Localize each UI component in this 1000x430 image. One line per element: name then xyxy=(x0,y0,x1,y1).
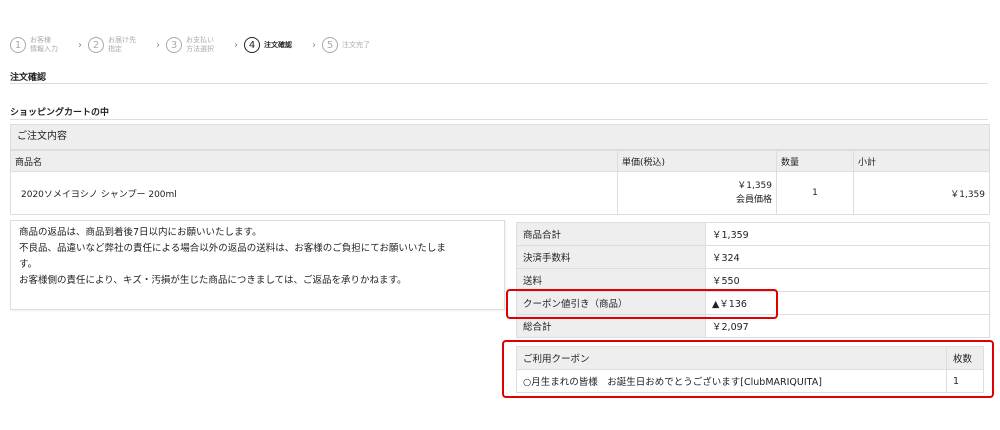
chevron-right-icon: › xyxy=(78,39,82,51)
highlight-box xyxy=(502,340,994,398)
order-header: ご注文内容 xyxy=(10,124,990,150)
order-summary: 商品合計 ￥1,359 決済手数料 ￥324 送料 ￥550 クーポン値引き（商… xyxy=(516,222,990,338)
divider xyxy=(10,83,988,84)
checkout-steps: 1 お客様 情報入力 › 2 お届け先 指定 › 3 お支払い 方法選択 › 4… xyxy=(10,34,388,56)
item-price-note: 会員価格 xyxy=(735,195,772,205)
summary-row: 商品合計 ￥1,359 xyxy=(516,222,990,246)
step-3: 3 お支払い 方法選択 xyxy=(166,36,226,54)
step-5-label: 注文完了 xyxy=(342,40,370,49)
step-5: 5 注文完了 xyxy=(322,37,382,53)
step-3-number: 3 xyxy=(166,37,182,53)
step-2-label: お届け先 指定 xyxy=(108,36,136,53)
notice-line: 商品の返品は、商品到着後7日以内にお願いいたします。 xyxy=(19,227,262,238)
step-3-label: お支払い 方法選択 xyxy=(186,36,214,53)
goods-total-value: ￥1,359 xyxy=(705,222,990,246)
col-subtotal: 小計 xyxy=(853,150,990,172)
chevron-right-icon: › xyxy=(234,39,238,51)
step-5-number: 5 xyxy=(322,37,338,53)
step-4-current: 4 注文確認 xyxy=(244,37,304,53)
item-price: ￥1,359 xyxy=(737,181,772,191)
step-4-label: 注文確認 xyxy=(264,40,292,49)
step-1: 1 お客様 情報入力 xyxy=(10,36,70,54)
item-subtotal: ￥1,359 xyxy=(853,171,990,215)
item-qty: 1 xyxy=(776,171,854,215)
cart-section-title: ショッピングカートの中 xyxy=(10,108,110,118)
item-name: 2020ソメイヨシノ シャンプー 200ml xyxy=(10,171,618,215)
table-row: 2020ソメイヨシノ シャンプー 200ml ￥1,359 会員価格 1 ￥1,… xyxy=(10,171,990,215)
chevron-right-icon: › xyxy=(156,39,160,51)
step-2-number: 2 xyxy=(88,37,104,53)
highlight-box xyxy=(506,289,778,319)
step-1-number: 1 xyxy=(10,37,26,53)
notice-line: す。 xyxy=(19,259,38,270)
page-title: 注文確認 xyxy=(10,73,47,83)
chevron-right-icon: › xyxy=(312,39,316,51)
notice-line: 不良品、品違いなど弊社の責任による場合以外の返品の送料は、お客様のご負担にてお願… xyxy=(19,243,446,254)
order-contents: ご注文内容 商品名 単価(税込) 数量 小計 2020ソメイヨシノ シャンプー … xyxy=(10,124,990,215)
step-2: 2 お届け先 指定 xyxy=(88,36,148,54)
table-header-row: 商品名 単価(税込) 数量 小計 xyxy=(10,150,990,172)
col-name: 商品名 xyxy=(10,150,618,172)
fee-value: ￥324 xyxy=(705,245,990,269)
col-qty: 数量 xyxy=(776,150,854,172)
step-4-number: 4 xyxy=(244,37,260,53)
divider xyxy=(10,119,988,120)
goods-total-label: 商品合計 xyxy=(516,222,706,246)
col-price: 単価(税込) xyxy=(617,150,777,172)
step-1-label: お客様 情報入力 xyxy=(30,36,58,53)
item-price-cell: ￥1,359 会員価格 xyxy=(617,171,777,215)
summary-row: 決済手数料 ￥324 xyxy=(516,245,990,269)
fee-label: 決済手数料 xyxy=(516,245,706,269)
items-table: 商品名 単価(税込) 数量 小計 2020ソメイヨシノ シャンプー 200ml … xyxy=(10,150,990,215)
return-policy-notice: 商品の返品は、商品到着後7日以内にお願いいたします。 不良品、品違いなど弊社の責… xyxy=(10,220,505,310)
notice-line: お客様側の責任により、キズ・汚損が生じた商品につきましては、ご返品を承りかねます… xyxy=(19,275,407,286)
